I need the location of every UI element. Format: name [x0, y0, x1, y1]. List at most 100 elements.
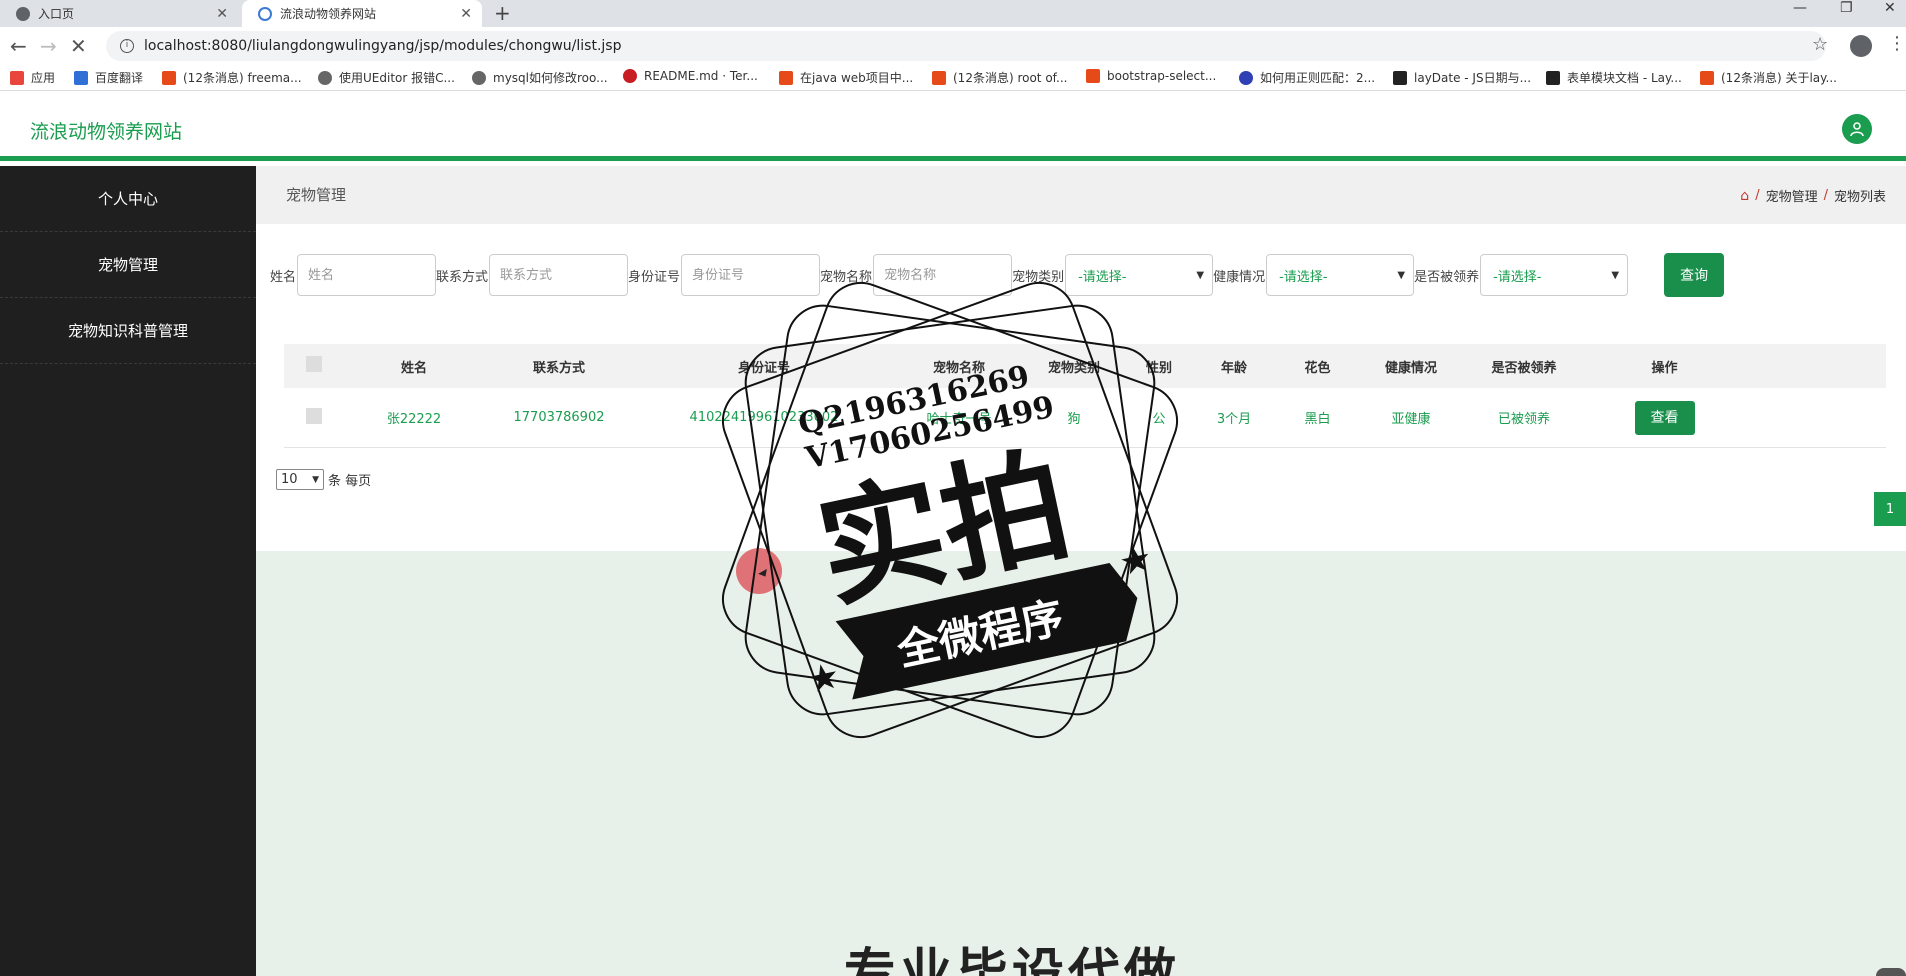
cell-color: 黑白 — [1304, 412, 1331, 427]
bookmark-star-icon[interactable]: ☆ — [1812, 34, 1828, 55]
view-button[interactable]: 查看 — [1634, 400, 1695, 435]
health-select[interactable]: -请选择- ▼ — [1266, 254, 1415, 296]
bookmark-item[interactable]: 百度翻译 — [74, 69, 143, 86]
petname-input[interactable] — [873, 254, 1013, 296]
column-header: 姓名 — [400, 360, 427, 376]
csdn-icon — [779, 70, 793, 85]
gitee-icon — [623, 69, 637, 83]
sidebar-item-label: 宠物管理 — [97, 256, 158, 274]
sidebar-item-pet-knowledge[interactable]: 宠物知识科普管理 — [0, 298, 256, 364]
site-favicon-icon — [258, 6, 272, 21]
chevron-down-icon: ▼ — [312, 474, 319, 485]
stop-loading-icon[interactable]: ✕ — [70, 34, 87, 58]
bookmark-label: 表单模块文档 - Lay... — [1567, 71, 1682, 85]
bookmark-label: 如何用正则匹配：2... — [1260, 71, 1376, 85]
cell-sex: 公 — [1152, 412, 1166, 427]
column-header: 是否被领养 — [1491, 360, 1557, 376]
column-header: 性别 — [1145, 360, 1172, 376]
search-button[interactable]: 查询 — [1664, 253, 1725, 297]
cell-phone: 17703786902 — [513, 410, 605, 425]
cell-petname: 哈士奇一号 — [926, 412, 992, 427]
breadcrumb-item: 宠物列表 — [1833, 190, 1886, 205]
bookmark-item[interactable]: 应用 — [10, 69, 55, 86]
tab-label: 流浪动物领养网站 — [280, 7, 377, 21]
page-size-select[interactable]: 10 ▼ — [276, 469, 324, 490]
bookmark-item[interactable]: (12条消息) 关于lay... — [1700, 69, 1837, 86]
name-input[interactable] — [297, 254, 437, 296]
bookmark-item[interactable]: layDate - JS日期与... — [1393, 69, 1531, 86]
cell-type: 狗 — [1067, 412, 1081, 427]
bookmark-label: bootstrap-select... — [1107, 69, 1217, 83]
chevron-down-icon: ▼ — [1397, 269, 1406, 281]
minimize-icon[interactable]: — — [1793, 0, 1807, 16]
cell-action: 查看 — [1587, 400, 1742, 435]
bookmark-label: 在java web项目中... — [800, 71, 914, 85]
breadcrumb-item[interactable]: 宠物管理 — [1766, 186, 1818, 205]
idcard-input[interactable] — [681, 254, 821, 296]
row-checkbox[interactable] — [306, 407, 322, 424]
bookmark-item[interactable]: (12条消息) root of... — [932, 69, 1067, 86]
page-size-suffix: 条 每页 — [328, 474, 372, 489]
bookmark-item[interactable]: 在java web项目中... — [779, 69, 913, 86]
row-select-cell — [284, 407, 344, 428]
adopted-label: 是否被领养 — [1414, 269, 1480, 285]
scroll-handle[interactable] — [1876, 968, 1906, 976]
browser-tab-bar: 入口页 ✕ 流浪动物领养网站 ✕ + — ❐ ✕ — [0, 0, 1906, 27]
menu-kebab-icon[interactable]: ⋮ — [1888, 33, 1906, 54]
bookmark-item[interactable]: 使用UEditor 报错C... — [318, 69, 455, 86]
browser-tab[interactable]: 入口页 ✕ — [0, 0, 238, 27]
generic-site-icon — [472, 70, 486, 85]
csdn-icon — [1700, 70, 1714, 85]
breadcrumb-separator: / — [1823, 188, 1828, 203]
close-window-icon[interactable]: ✕ — [1884, 0, 1896, 16]
phone-label: 联系方式 — [436, 269, 489, 285]
select-value: -请选择- — [1493, 269, 1542, 285]
health-label: 健康情况 — [1213, 269, 1266, 285]
generic-site-icon — [318, 70, 332, 85]
site-title[interactable]: 流浪动物领养网站 — [30, 117, 182, 144]
close-tab-icon[interactable]: ✕ — [460, 6, 472, 22]
pet-type-select[interactable]: -请选择- ▼ — [1065, 254, 1214, 296]
page-title: 宠物管理 — [286, 186, 347, 204]
select-all-checkbox[interactable] — [306, 356, 322, 372]
page-header-bar: 宠物管理 ⌂ / 宠物管理 / 宠物列表 — [256, 166, 1906, 224]
bookmark-label: mysql如何修改roo... — [493, 71, 608, 85]
url-field[interactable]: i localhost:8080/liulangdongwulingyang/j… — [106, 31, 1826, 61]
bookmark-item[interactable]: mysql如何修改roo... — [472, 69, 608, 86]
account-icon[interactable] — [1850, 35, 1872, 57]
column-header: 联系方式 — [532, 360, 585, 376]
sidebar-item-pet-management[interactable]: 宠物管理 — [0, 232, 256, 298]
pet-type-label: 宠物类别 — [1012, 269, 1065, 285]
info-icon[interactable]: i — [120, 39, 134, 53]
phone-input[interactable] — [489, 254, 629, 296]
bookmark-item[interactable]: (12条消息) freema... — [162, 69, 302, 86]
restore-icon[interactable]: ❐ — [1840, 0, 1853, 16]
adopted-select[interactable]: -请选择- ▼ — [1480, 254, 1629, 296]
bookmark-label: 使用UEditor 报错C... — [339, 71, 455, 85]
csdn-icon — [162, 70, 176, 85]
bookmark-item[interactable]: 如何用正则匹配：2... — [1239, 69, 1375, 86]
bookmark-item[interactable]: 表单模块文档 - Lay... — [1546, 69, 1682, 86]
bookmark-item[interactable]: bootstrap-select... — [1086, 69, 1216, 83]
bookmarks-bar: 应用 百度翻译 (12条消息) freema... 使用UEditor 报错C.… — [0, 65, 1906, 91]
address-bar-row: ← → ✕ i localhost:8080/liulangdongwuling… — [0, 27, 1906, 65]
page-number-button[interactable]: 1 — [1874, 492, 1906, 526]
bookmark-item[interactable]: README.md · Ter... — [623, 69, 758, 83]
user-avatar-icon[interactable] — [1842, 114, 1872, 144]
breadcrumb: ⌂ / 宠物管理 / 宠物列表 — [1740, 186, 1886, 206]
back-arrow-icon[interactable]: ← — [10, 34, 27, 58]
chevron-down-icon: ▼ — [1196, 269, 1205, 281]
new-tab-icon[interactable]: + — [494, 1, 511, 25]
close-tab-icon[interactable]: ✕ — [216, 6, 228, 22]
forward-arrow-icon[interactable]: → — [40, 34, 57, 58]
name-label: 姓名 — [270, 269, 297, 285]
column-header: 宠物名称 — [932, 360, 985, 376]
home-icon[interactable]: ⌂ — [1740, 188, 1749, 204]
pet-table: 姓名 联系方式 身份证号 宠物名称 宠物类别 性别 年龄 花色 健康情况 是否被… — [284, 344, 1886, 448]
url-text: localhost:8080/liulangdongwulingyang/jsp… — [144, 38, 622, 54]
browser-tab-active[interactable]: 流浪动物领养网站 ✕ — [242, 0, 482, 27]
lower-background: 专业毕设代做 — [256, 551, 1906, 976]
sidebar-item-personal-center[interactable]: 个人中心 — [0, 166, 256, 232]
column-header: 操作 — [1651, 360, 1678, 376]
bookmark-label: 百度翻译 — [95, 71, 144, 85]
